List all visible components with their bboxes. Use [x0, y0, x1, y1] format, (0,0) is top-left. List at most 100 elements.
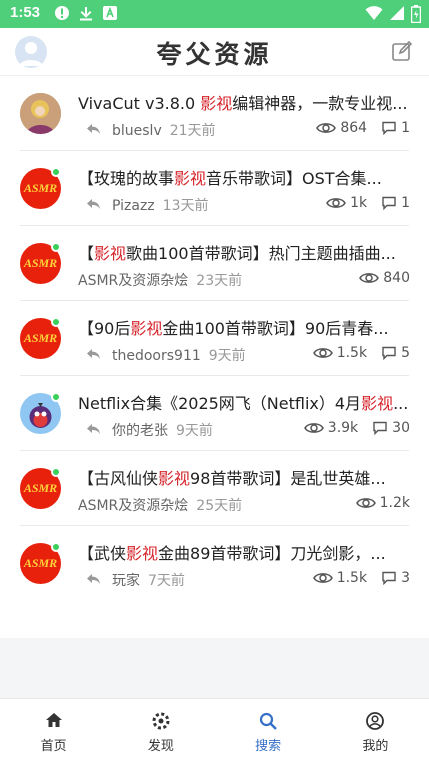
post-stats: 1.5k 5 — [312, 345, 410, 361]
tab-label: 首页 — [40, 739, 67, 754]
post-stats: 3.9k 30 — [303, 420, 410, 436]
comment-count: 1 — [401, 120, 410, 136]
title-highlight: 影视 — [126, 544, 159, 563]
wifi-icon — [365, 6, 383, 20]
post-title[interactable]: Netflix合集《2025网飞（Netflix）4月影视... — [78, 390, 410, 414]
title-text: ... — [393, 394, 409, 413]
title-text: VivaCut v3.8.0 — [78, 94, 201, 113]
discover-icon — [152, 712, 170, 730]
list-item[interactable]: ASMR 【影视歌曲100首带歌词】热门主题曲插曲... ASMR及资源杂烩 23天前… — [0, 226, 429, 301]
title-text: 【玫瑰的故事 — [78, 169, 175, 188]
list-footer-gap — [0, 638, 429, 698]
post-author[interactable]: 玩家 7天前 — [112, 570, 185, 590]
app-bar: 夸父资源 — [0, 28, 429, 76]
post-stats: 1.2k — [355, 495, 410, 511]
tab-discover[interactable]: 发现 — [107, 699, 214, 762]
title-highlight: 影视 — [174, 169, 207, 188]
post-author[interactable]: ASMR及资源杂烩 25天前 — [78, 495, 242, 515]
eye-icon — [303, 423, 324, 433]
post-stats: 840 — [359, 270, 410, 286]
post-time: 9天前 — [208, 348, 246, 364]
post-meta: Pizazz 13天前 1k 1 — [78, 195, 410, 215]
tab-label: 搜索 — [255, 739, 282, 754]
post-time: 9天前 — [176, 423, 213, 439]
comment-icon — [382, 346, 396, 360]
title-text: 音乐带歌词】OST合集... — [206, 169, 382, 188]
eye-icon — [312, 348, 333, 358]
post-author[interactable]: 你的老张 9天前 — [112, 420, 213, 440]
list-item[interactable]: VivaCut v3.8.0 影视编辑神器，一款专业视... blueslv 21天… — [0, 76, 429, 151]
online-indicator — [51, 167, 61, 177]
post-meta: 你的老张 9天前 3.9k 30 — [78, 420, 410, 440]
title-highlight: 影视 — [130, 319, 163, 338]
eye-icon — [359, 273, 380, 283]
post-time: 25天前 — [196, 498, 243, 514]
view-count: 1k — [350, 195, 368, 211]
tab-profile[interactable]: 我的 — [322, 699, 429, 762]
reply-icon-wrap — [86, 571, 102, 591]
home-icon — [45, 713, 62, 727]
post-meta: thedoors911 9天前 1.5k 5 — [78, 345, 410, 365]
title-text: 98首带歌词】是乱世英雄... — [190, 469, 386, 488]
post-meta: 玩家 7天前 1.5k 3 — [78, 570, 410, 590]
profile-icon — [366, 712, 385, 730]
post-stats: 1k 1 — [326, 195, 410, 211]
post-title[interactable]: 【武侠影视金曲89首带歌词】刀光剑影，... — [78, 540, 410, 564]
title-highlight: 影视 — [94, 244, 127, 263]
avatar — [20, 93, 61, 134]
a-app-icon — [103, 6, 117, 20]
post-author[interactable]: Pizazz 13天前 — [112, 195, 208, 215]
search-icon — [260, 712, 277, 730]
post-author[interactable]: blueslv 21天前 — [112, 120, 216, 140]
list-item[interactable]: ASMR 【90后影视金曲100首带歌词】90后青春... thedoors911 9… — [0, 301, 429, 376]
post-author[interactable]: thedoors911 9天前 — [112, 345, 246, 365]
edit-icon[interactable] — [391, 40, 413, 62]
comment-icon — [382, 196, 396, 210]
list-item[interactable]: ASMR 【武侠影视金曲89首带歌词】刀光剑影，... 玩家 7天前 1.5k 3 — [0, 526, 429, 601]
view-count: 840 — [383, 270, 410, 286]
reply-icon — [87, 574, 100, 584]
post-list: VivaCut v3.8.0 影视编辑神器，一款专业视... blueslv 21天… — [0, 76, 429, 638]
reply-icon — [87, 124, 100, 134]
eye-icon — [355, 498, 376, 508]
post-title[interactable]: 【90后影视金曲100首带歌词】90后青春... — [78, 315, 410, 339]
post-meta: ASMR及资源杂烩 25天前 1.2k — [78, 495, 410, 515]
list-item[interactable]: ASMR 【玫瑰的故事影视音乐带歌词】OST合集... Pizazz 13天前 1k 1 — [0, 151, 429, 226]
post-stats: 1.5k 3 — [312, 570, 410, 586]
post-title[interactable]: 【影视歌曲100首带歌词】热门主题曲插曲... — [78, 240, 410, 264]
eye-icon — [326, 198, 346, 208]
post-title[interactable]: 【玫瑰的故事影视音乐带歌词】OST合集... — [78, 165, 410, 189]
post-meta: ASMR及资源杂烩 23天前 840 — [78, 270, 410, 290]
reply-icon-wrap — [86, 196, 102, 216]
alert-icon — [55, 6, 69, 20]
online-indicator — [51, 467, 61, 477]
list-item[interactable]: Netflix合集《2025网飞（Netflix）4月影视... 你的老张 9天前 3… — [0, 376, 429, 451]
post-time: 21天前 — [169, 123, 216, 139]
view-count: 1.5k — [336, 345, 368, 361]
reply-icon-wrap — [86, 421, 102, 441]
download-icon — [80, 7, 92, 21]
tab-home[interactable]: 首页 — [0, 699, 107, 762]
post-author[interactable]: ASMR及资源杂烩 23天前 — [78, 270, 242, 290]
title-highlight: 影视 — [158, 469, 191, 488]
tab-label: 发现 — [147, 739, 174, 754]
reply-icon — [87, 199, 100, 209]
signal-icon — [390, 6, 404, 20]
status-time: 1:53 — [10, 4, 41, 21]
post-title[interactable]: VivaCut v3.8.0 影视编辑神器，一款专业视... — [78, 90, 410, 114]
list-item[interactable]: ASMR 【古风仙侠影视98首带歌词】是乱世英雄... ASMR及资源杂烩 25天前 1… — [0, 451, 429, 526]
post-stats: 864 1 — [316, 120, 410, 136]
post-time: 23天前 — [196, 273, 243, 289]
comment-count: 30 — [392, 420, 410, 436]
post-time: 7天前 — [148, 573, 185, 589]
title-text: 【90后 — [78, 319, 131, 338]
title-text: 编辑神器，一款专业视... — [232, 94, 408, 113]
comment-icon — [382, 121, 396, 135]
tab-search[interactable]: 搜索 — [215, 699, 322, 762]
post-title[interactable]: 【古风仙侠影视98首带歌词】是乱世英雄... — [78, 465, 410, 489]
reply-icon-wrap — [86, 346, 102, 366]
title-text: 金曲89首带歌词】刀光剑影，... — [158, 544, 386, 563]
online-indicator — [51, 317, 61, 327]
title-highlight: 影视 — [361, 394, 394, 413]
title-text: 【古风仙侠 — [78, 469, 159, 488]
